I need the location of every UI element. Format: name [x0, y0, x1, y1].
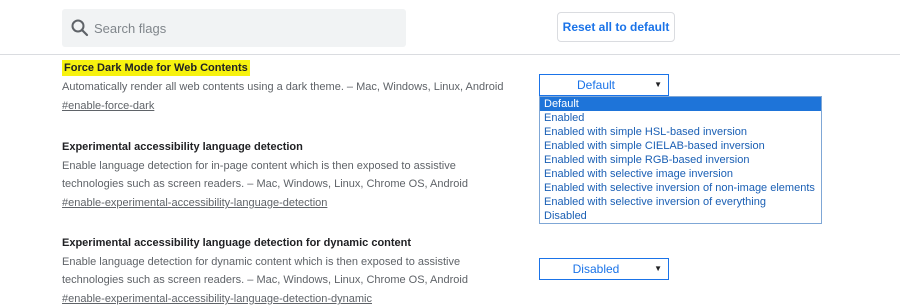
dropdown-option[interactable]: Disabled	[540, 209, 821, 223]
search-icon	[70, 18, 90, 38]
flag-title: Force Dark Mode for Web Contents	[62, 60, 250, 76]
select-value: Disabled	[572, 262, 620, 276]
flag-accessibility-language-detection: Experimental accessibility language dete…	[62, 139, 522, 212]
dropdown-option[interactable]: Enabled with simple RGB-based inversion	[540, 153, 821, 167]
flag-link[interactable]: #enable-force-dark	[62, 97, 154, 115]
reset-all-button[interactable]: Reset all to default	[557, 12, 675, 42]
dropdown-option[interactable]: Enabled with selective inversion of ever…	[540, 195, 821, 209]
dropdown-option[interactable]: Enabled with selective inversion of non-…	[540, 181, 821, 195]
top-bar: Reset all to default	[0, 0, 900, 55]
flag-select-force-dark[interactable]: Default ▼	[539, 74, 669, 96]
dropdown-option[interactable]: Enabled with simple CIELAB-based inversi…	[540, 139, 821, 153]
flag-title: Experimental accessibility language dete…	[62, 237, 412, 249]
flag-description: Enable language detection for in-page co…	[62, 157, 522, 193]
flag-title: Experimental accessibility language dete…	[62, 141, 303, 153]
flag-link[interactable]: #enable-experimental-accessibility-langu…	[62, 194, 327, 212]
dropdown-option[interactable]: Enabled with selective image inversion	[540, 167, 821, 181]
flag-description: Automatically render all web contents us…	[62, 81, 504, 93]
search-box[interactable]	[62, 9, 406, 47]
chevron-down-icon: ▼	[654, 264, 662, 273]
chevron-down-icon: ▼	[654, 80, 662, 89]
flag-link[interactable]: #enable-experimental-accessibility-langu…	[62, 290, 372, 308]
flag-description-line: technologies such as screen readers. – M…	[62, 178, 468, 190]
flag-description-line: Enable language detection for in-page co…	[62, 160, 456, 172]
flag-select-language-detection-dynamic[interactable]: Disabled ▼	[539, 258, 669, 280]
flag-force-dark: Force Dark Mode for Web Contents Automat…	[62, 58, 522, 115]
dropdown-option[interactable]: Enabled with simple HSL-based inversion	[540, 125, 821, 139]
flag-description-line: Enable language detection for dynamic co…	[62, 256, 461, 268]
select-value: Default	[576, 78, 616, 92]
dropdown-option[interactable]: Enabled	[540, 111, 821, 125]
flag-accessibility-language-detection-dynamic: Experimental accessibility language dete…	[62, 235, 522, 308]
dropdown-list: Default Enabled Enabled with simple HSL-…	[539, 96, 822, 224]
search-input[interactable]	[94, 9, 394, 47]
flag-description: Enable language detection for dynamic co…	[62, 253, 522, 289]
flag-description-line: technologies such as screen readers. – M…	[62, 274, 468, 286]
dropdown-option[interactable]: Default	[540, 97, 821, 111]
